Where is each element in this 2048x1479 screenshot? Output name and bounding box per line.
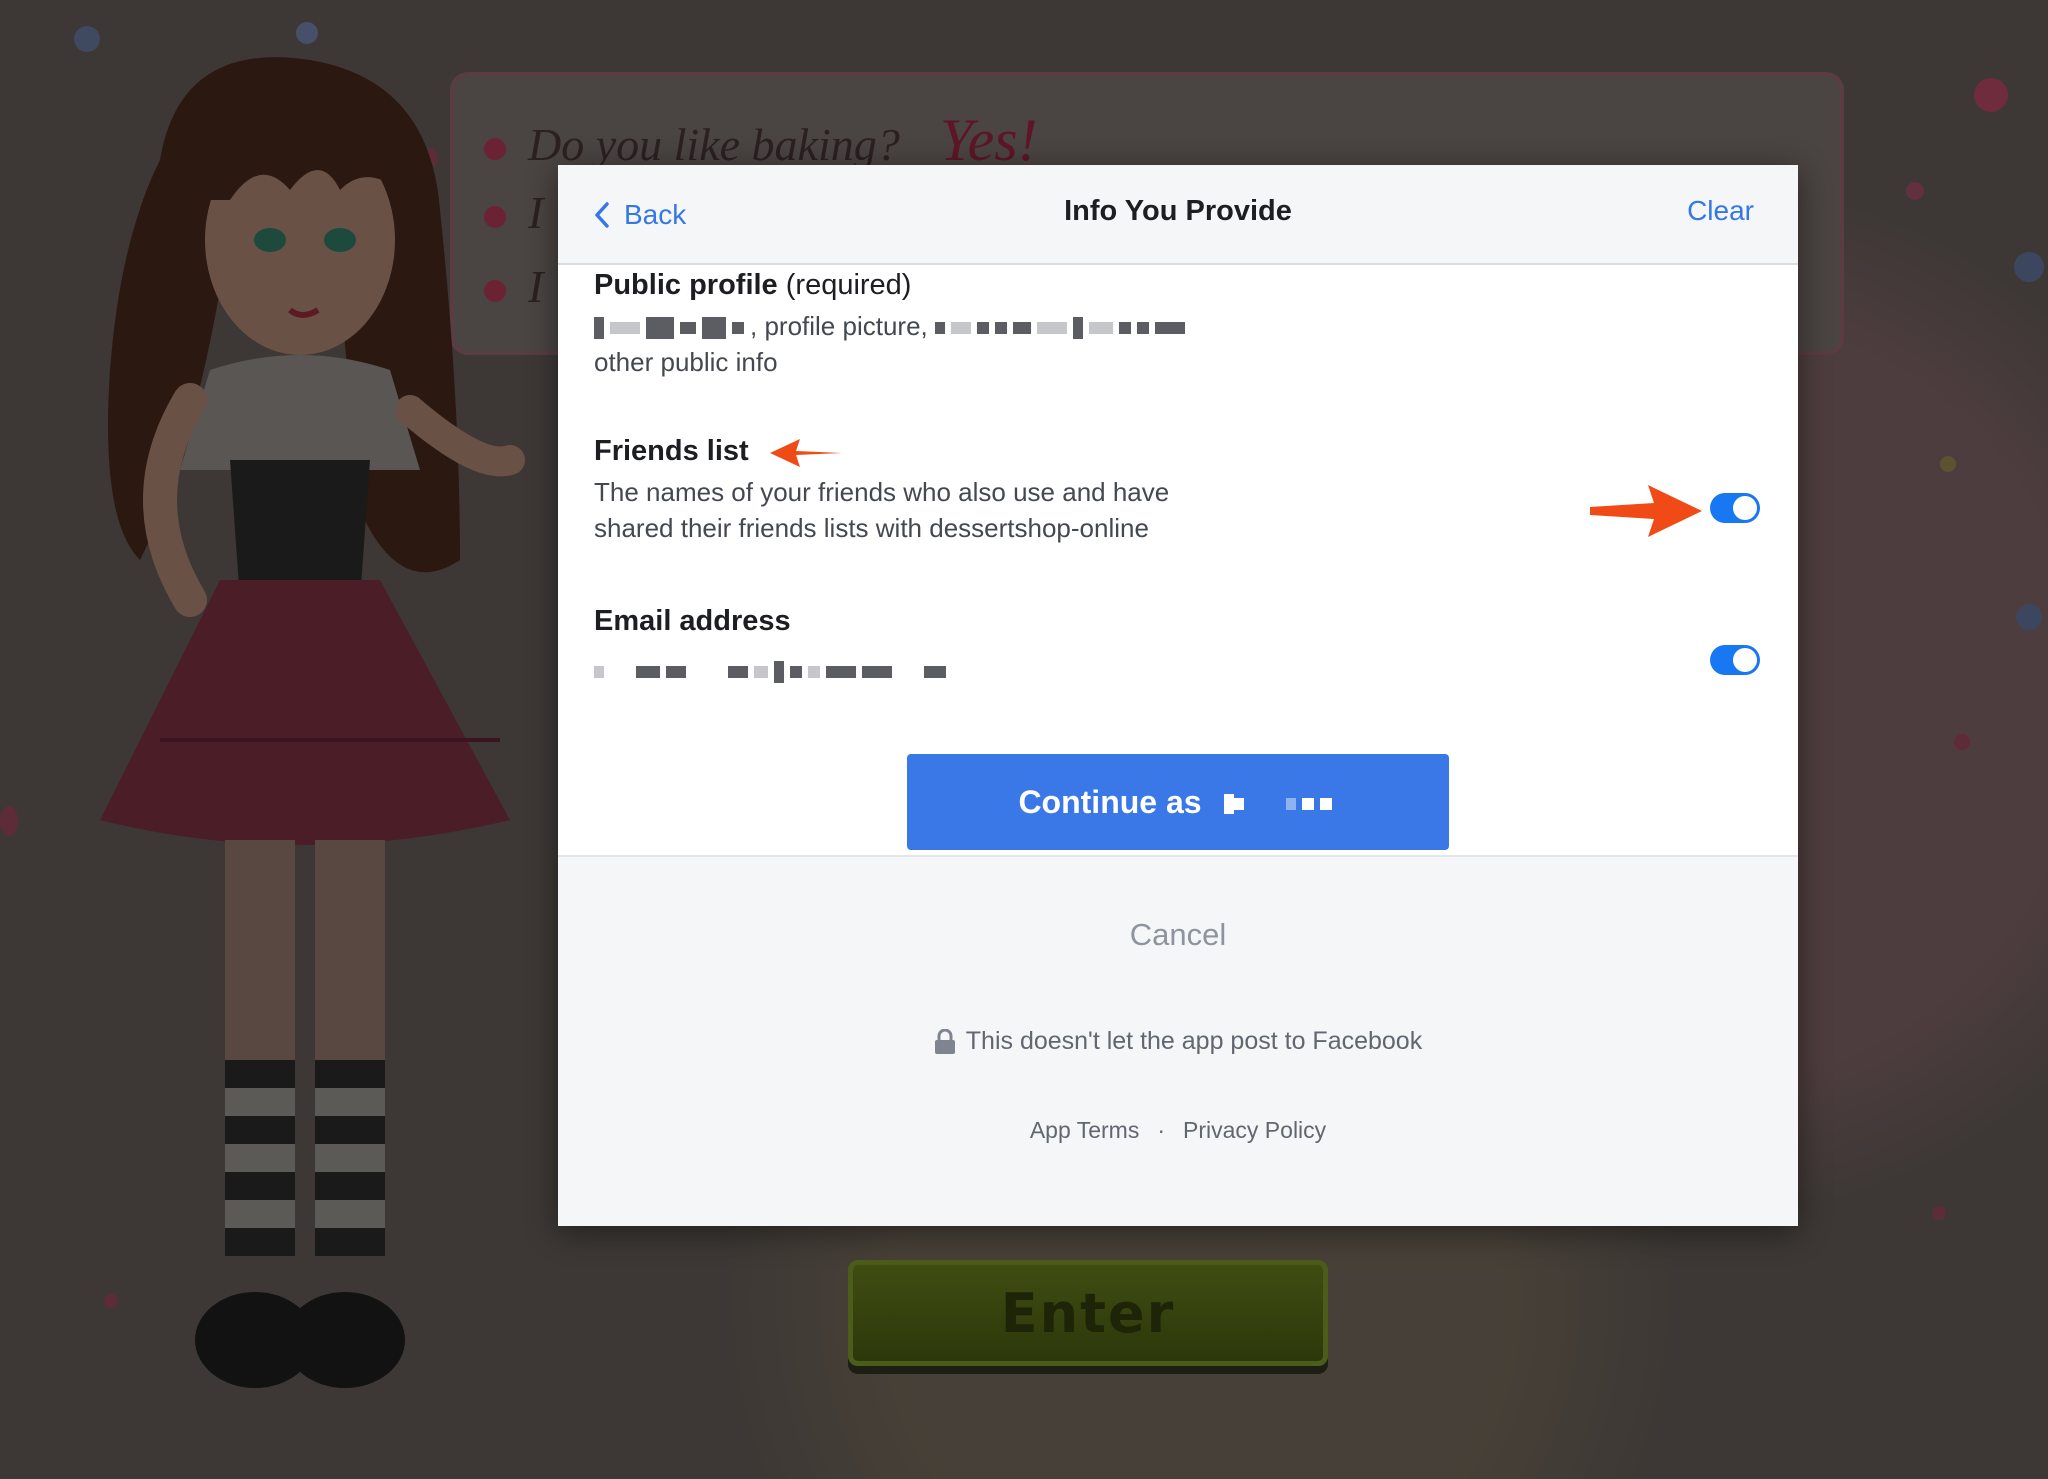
- redacted-info: [934, 311, 1191, 341]
- confetti-dot: [1954, 734, 1970, 750]
- permission-public-profile: Public profile (required) , profile pict…: [594, 269, 1191, 380]
- email-toggle[interactable]: [1710, 645, 1760, 675]
- confetti-dot: [0, 806, 18, 836]
- footer-separator: ·: [1157, 1117, 1166, 1143]
- confetti-dot: [2016, 604, 2042, 630]
- permission-title: Friends list: [594, 435, 749, 467]
- permission-description: , profile picture, other public info: [594, 308, 1191, 380]
- permission-friends-list: Friends list The names of your friends w…: [594, 435, 1169, 546]
- clear-button[interactable]: Clear: [1687, 195, 1754, 227]
- dialog-footer: App Terms · Privacy Policy: [558, 1117, 1798, 1144]
- redacted-username: [1223, 784, 1338, 821]
- toggle-knob: [1733, 496, 1757, 520]
- dialog-header: Back Info You Provide Clear: [558, 165, 1798, 265]
- friends-list-toggle[interactable]: [1710, 493, 1760, 523]
- no-post-notice: This doesn't let the app post to Faceboo…: [558, 1027, 1798, 1056]
- confetti-dot: [1940, 456, 1956, 472]
- continue-button[interactable]: Continue as: [907, 754, 1449, 850]
- girl-character-illustration: [100, 57, 525, 1388]
- redacted-email: [594, 652, 952, 688]
- annotation-arrow-right: [1590, 485, 1702, 537]
- permissions-dialog: Back Info You Provide Clear Public profi…: [558, 165, 1798, 1226]
- redacted-name: [594, 311, 750, 341]
- confetti-dot: [1932, 1206, 1946, 1220]
- confetti-dot: [2014, 252, 2044, 282]
- permission-description: The names of your friends who also use a…: [594, 477, 1170, 543]
- confetti-dot: [1974, 78, 2008, 112]
- continue-label: Continue as: [1018, 783, 1202, 820]
- confetti-dot: [1906, 182, 1924, 200]
- permission-title: Public profile (required): [594, 269, 912, 301]
- cancel-button[interactable]: Cancel: [558, 917, 1798, 953]
- permission-title: Email address: [594, 605, 791, 637]
- app-terms-link[interactable]: App Terms: [1030, 1117, 1140, 1144]
- lock-icon: [934, 1028, 955, 1054]
- dialog-title: Info You Provide: [1064, 195, 1292, 227]
- annotation-arrow-left: [770, 439, 842, 467]
- toggle-knob: [1733, 648, 1757, 672]
- permission-email: Email address: [594, 605, 952, 688]
- privacy-policy-link[interactable]: Privacy Policy: [1183, 1117, 1326, 1144]
- enter-button: Enter: [848, 1260, 1328, 1366]
